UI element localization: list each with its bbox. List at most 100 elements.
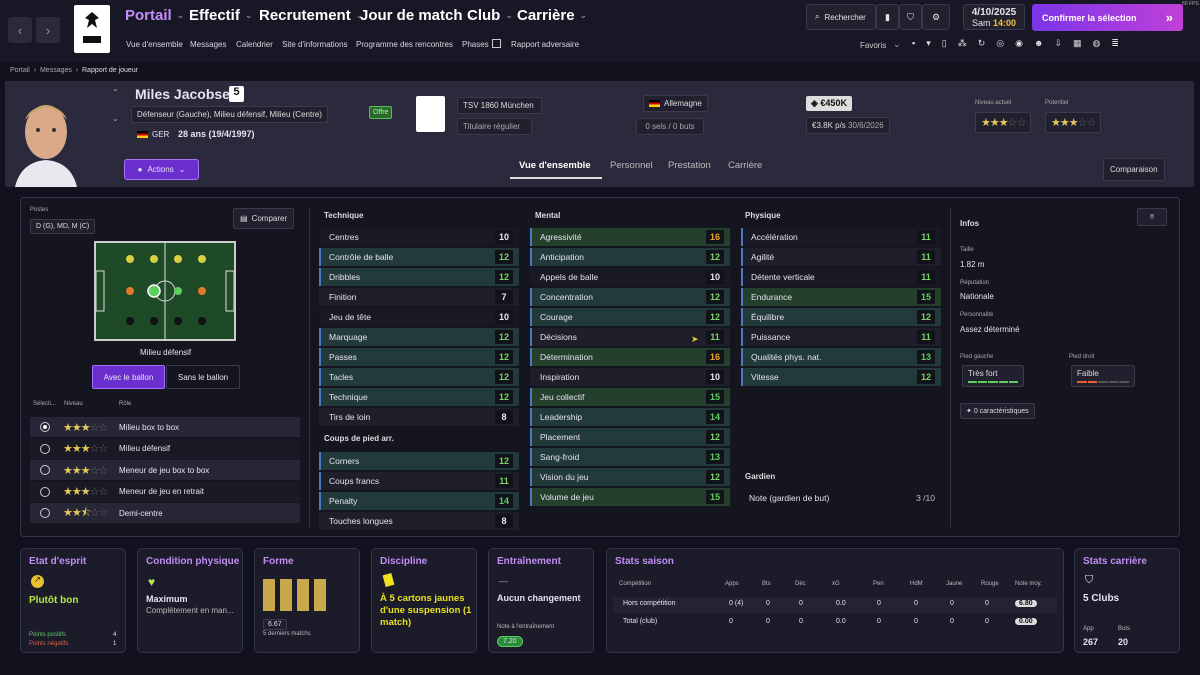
attribute-row[interactable]: Puissance 11 — [741, 328, 941, 346]
forward-button[interactable]: › — [36, 17, 60, 43]
tab-career[interactable]: Carrière — [728, 160, 762, 171]
chevron-down-icon[interactable]: ⌄ — [112, 114, 119, 123]
crumb-portail[interactable]: Portail — [10, 67, 30, 74]
chevron-up-icon[interactable]: ⌃ — [112, 88, 119, 97]
tab-performance[interactable]: Prestation — [668, 160, 711, 171]
submenu-opponent[interactable]: Rapport adversaire — [511, 40, 579, 49]
calendar-icon[interactable]: ▦ — [1073, 38, 1082, 49]
download-icon[interactable]: ⇩ — [1054, 38, 1062, 49]
attribute-row[interactable]: Jeu de tête 10 — [319, 308, 519, 326]
role-row[interactable]: ★★⯪☆☆ Demi-centre — [30, 503, 300, 523]
menu-recrutement[interactable]: Recrutement ⌄ — [259, 7, 363, 24]
back-button[interactable]: ‹ — [8, 17, 32, 43]
attribute-row[interactable]: Passes 12 — [319, 348, 519, 366]
attribute-row[interactable]: Dribbles 12 — [319, 268, 519, 286]
attribute-row[interactable]: Jeu collectif 15 — [530, 388, 730, 406]
card-training[interactable]: Entraînement — Aucun changement Note à l… — [488, 548, 594, 653]
radio-button[interactable] — [40, 508, 50, 518]
card-mental-state[interactable]: Etat d'esprit ↗ Plutôt bon Points positi… — [20, 548, 126, 653]
attribute-row[interactable]: Marquage 12 — [319, 328, 519, 346]
club-shield-button[interactable]: ⛉ — [899, 4, 922, 30]
target-icon[interactable]: ◎ — [996, 38, 1004, 49]
tactics-icon[interactable]: ⁂ — [958, 38, 967, 49]
attribute-row[interactable]: Corners 12 — [319, 452, 519, 470]
tab-personnel[interactable]: Personnel — [610, 160, 653, 171]
settings-button[interactable]: ⚙ — [922, 4, 950, 30]
crumb-messages[interactable]: Messages — [40, 67, 72, 74]
submenu-phases[interactable]: Phases — [462, 40, 489, 49]
season-row[interactable] — [613, 597, 1057, 613]
attribute-row[interactable]: Technique 12 — [319, 388, 519, 406]
card-career-stats[interactable]: Stats carrière ⛉ 5 Clubs App Buts 267 20 — [1074, 548, 1180, 653]
compare-positions-button[interactable]: ▤ Comparer — [233, 208, 295, 229]
attribute-row[interactable]: Finition 7 — [319, 288, 519, 306]
season-row[interactable] — [613, 615, 1057, 631]
attribute-row[interactable]: Centres 10 — [319, 228, 519, 246]
search-button[interactable]: ⌕ Rechercher — [806, 4, 876, 30]
attribute-row[interactable]: Décisions 11 — [530, 328, 730, 346]
profile-button[interactable]: ⌾ — [1137, 208, 1167, 226]
attribute-row[interactable]: Agilité 11 — [741, 248, 941, 266]
with-ball-toggle[interactable]: Avec le ballon — [92, 365, 165, 389]
without-ball-toggle[interactable]: Sans le ballon — [166, 365, 240, 389]
menu-club[interactable]: Club ⌄ — [467, 7, 513, 24]
club-name[interactable]: TSV 1860 München — [457, 97, 542, 114]
clipboard-icon[interactable]: ▯ — [942, 38, 947, 49]
attribute-row[interactable]: Vitesse 12 — [741, 368, 941, 386]
traits-button[interactable]: ✦ 0 caractéristiques — [960, 403, 1035, 419]
submenu-overview[interactable]: Vue d'ensemble — [126, 40, 183, 49]
attribute-row[interactable]: Touches longues 8 — [319, 512, 519, 530]
menu-portail[interactable]: Portail ⌄ — [125, 7, 184, 24]
attribute-row[interactable]: Placement 12 — [530, 428, 730, 446]
attribute-row[interactable]: Coups francs 11 — [319, 472, 519, 490]
tab-overview[interactable]: Vue d'ensemble — [519, 160, 591, 171]
radio-button[interactable] — [40, 422, 50, 432]
attribute-row[interactable]: Détente verticale 11 — [741, 268, 941, 286]
date-display[interactable]: 4/10/2025 Sam 14:00 — [963, 4, 1025, 30]
role-row[interactable]: ★★★☆☆ Meneur de jeu box to box — [30, 460, 300, 480]
card-form[interactable]: Forme 6.67 5 derniers matchs — [254, 548, 360, 653]
attribute-row[interactable]: Équilibre 12 — [741, 308, 941, 326]
menu-carriere[interactable]: Carrière ⌄ — [517, 7, 587, 24]
shirt-icon[interactable]: ▾ — [926, 38, 931, 49]
attribute-row[interactable]: Sang-froid 13 — [530, 448, 730, 466]
database-icon[interactable]: ≣ — [1111, 38, 1119, 49]
compare-button[interactable]: Comparaison — [1103, 158, 1165, 181]
attribute-row[interactable]: Agressivité 16 — [530, 228, 730, 246]
attribute-row[interactable]: Accélération 11 — [741, 228, 941, 246]
attribute-row[interactable]: Inspiration 10 — [530, 368, 730, 386]
role-row[interactable]: ★★★☆☆ Milieu défensif — [30, 438, 300, 459]
offer-badge[interactable]: Offre — [369, 106, 393, 119]
attribute-row[interactable]: Volume de jeu 15 — [530, 488, 730, 506]
submenu-fixtures[interactable]: Programme des rencontres — [356, 40, 453, 49]
menu-jour-de-match[interactable]: Jour de match ⌄ — [360, 7, 475, 24]
staff-icon[interactable]: ☻ — [1034, 38, 1043, 49]
attribute-row[interactable]: Courage 12 — [530, 308, 730, 326]
attribute-row[interactable]: Vision du jeu 12 — [530, 468, 730, 486]
attribute-row[interactable]: Tacles 12 — [319, 368, 519, 386]
chevron-down-icon[interactable]: ⌄ — [893, 39, 901, 50]
card-discipline[interactable]: Discipline À 5 cartons jaunes d'une susp… — [371, 548, 477, 653]
attribute-row[interactable]: Anticipation 12 — [530, 248, 730, 266]
chat-icon[interactable]: ▪ — [912, 38, 915, 49]
attribute-row[interactable]: Penalty 14 — [319, 492, 519, 510]
submenu-messages[interactable]: Messages — [190, 40, 226, 49]
confirm-selection-button[interactable]: Confirmer la sélection» — [1032, 4, 1183, 31]
submenu-news[interactable]: Site d'informations — [282, 40, 348, 49]
radio-button[interactable] — [40, 465, 50, 475]
attribute-row[interactable]: Contrôle de balle 12 — [319, 248, 519, 266]
attribute-row[interactable]: Détermination 16 — [530, 348, 730, 366]
attribute-row[interactable]: Leadership 14 — [530, 408, 730, 426]
bookmark-button[interactable]: ▮ — [876, 4, 899, 30]
role-row[interactable]: ★★★☆☆ Meneur de jeu en retrait — [30, 481, 300, 502]
attribute-row[interactable]: Appels de balle 10 — [530, 268, 730, 286]
attribute-row[interactable]: Endurance 15 — [741, 288, 941, 306]
actions-button[interactable]: ● Actions ⌄ — [124, 159, 199, 180]
radio-button[interactable] — [40, 443, 50, 454]
attribute-row[interactable]: Qualités phys. nat. 13 — [741, 348, 941, 366]
menu-effectif[interactable]: Effectif ⌄ — [189, 7, 252, 24]
role-row[interactable]: ★★★☆☆ Milieu box to box — [30, 417, 300, 437]
favoris-label[interactable]: Favoris — [860, 41, 886, 50]
finance-icon[interactable]: ◍ — [1093, 38, 1101, 49]
scout-icon[interactable]: ◉ — [1015, 38, 1023, 49]
